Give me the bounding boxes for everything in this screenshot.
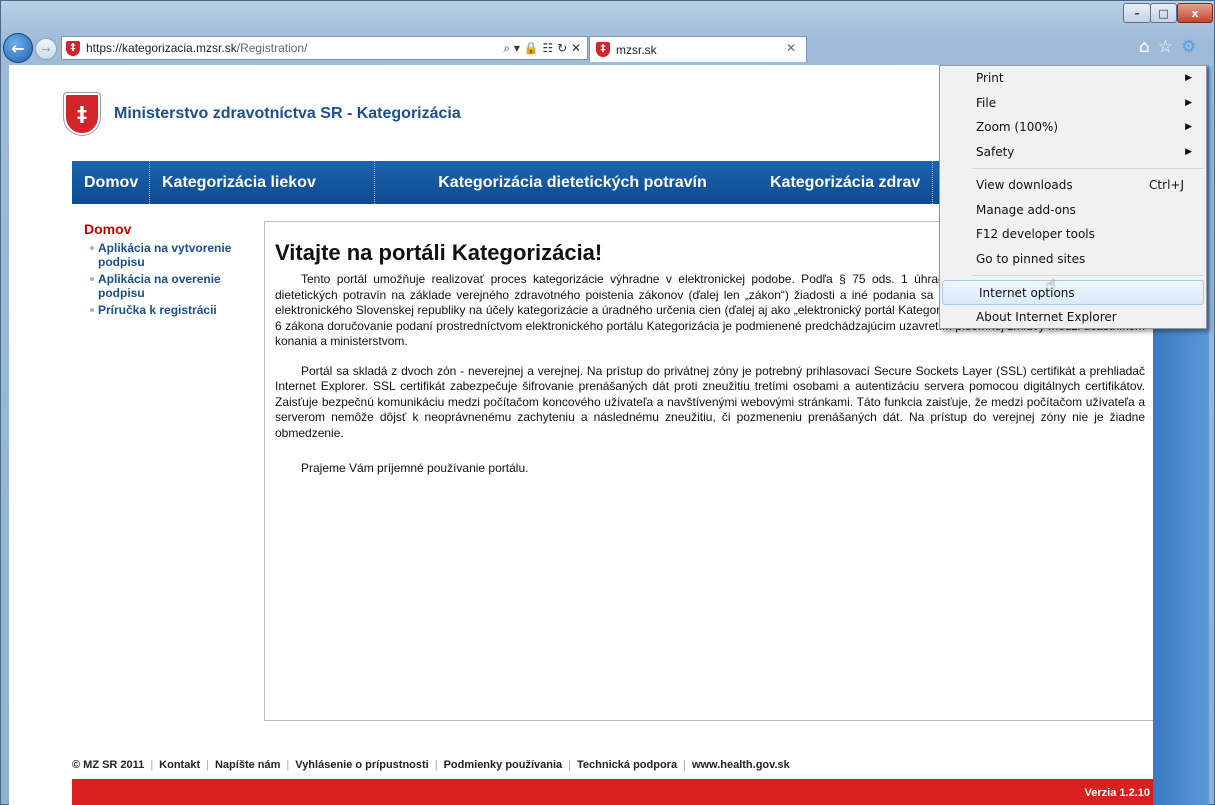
- menu-item-home[interactable]: Domov: [72, 161, 150, 204]
- maximize-button[interactable]: □: [1150, 3, 1177, 23]
- menu-item-safety[interactable]: Safety ▶: [940, 140, 1206, 165]
- submenu-arrow-icon: ▶: [1185, 97, 1192, 108]
- left-nav-item-verify-signature[interactable]: Aplikácia na overenie podpisu: [90, 272, 264, 300]
- address-url[interactable]: https://kategorizacia.mzsr.sk/Registrati…: [86, 41, 503, 55]
- footer: © MZ SR 2011 | Kontakt | Napíšte nám | Vyhl…: [72, 759, 790, 771]
- shortcut-label: Ctrl+J: [1149, 178, 1184, 192]
- footer-link-support[interactable]: Technická podpora: [577, 759, 677, 771]
- address-tools-icons[interactable]: ⌕ ▾ 🔒 ☷ ↻ ✕: [503, 41, 587, 56]
- minimize-button[interactable]: –: [1123, 3, 1151, 23]
- forward-button[interactable]: →: [35, 38, 57, 60]
- tools-menu: Print ▶ File ▶ Zoom (100%) ▶ Safety ▶ View d…: [939, 65, 1207, 329]
- site-header: ‡ Ministerstvo zdravotníctva SR - Katego…: [64, 93, 461, 135]
- menu-item-zoom-label: Zoom (100%): [976, 120, 1059, 134]
- menu-item-medical-devices[interactable]: Kategorizácia zdrav: [770, 161, 934, 204]
- left-nav-item-registration-guide[interactable]: Príručka k registrácii: [90, 303, 264, 317]
- submenu-arrow-icon: ▶: [1185, 73, 1192, 83]
- menu-item-f12-tools[interactable]: F12 developer tools: [940, 222, 1206, 247]
- tab-title: mzsr.sk: [616, 42, 657, 57]
- menu-item-file-label: File: [976, 95, 997, 110]
- back-button[interactable]: ←: [3, 33, 33, 63]
- footer-link-terms[interactable]: Podmienky používania: [444, 759, 563, 771]
- left-nav-item-create-signature[interactable]: Aplikácia na vytvorenie podpisu: [90, 241, 264, 269]
- menu-item-manage-addons[interactable]: Manage add-ons: [940, 198, 1206, 223]
- submenu-arrow-icon: ▶: [1185, 146, 1192, 157]
- footer-copyright: © MZ SR 2011: [72, 759, 145, 771]
- menu-item-view-downloads-label: View downloads: [976, 178, 1073, 192]
- menu-item-about-ie[interactable]: About Internet Explorer: [940, 305, 1206, 330]
- menu-item-print-label: Print: [976, 71, 1004, 85]
- left-nav: Domov Aplikácia na vytvorenie podpisu Ap…: [84, 221, 264, 320]
- favorites-icon[interactable]: ☆: [1158, 37, 1173, 57]
- version-bar: Verzia 1.2.10: [72, 779, 1156, 805]
- submenu-arrow-icon: ▶: [1185, 122, 1192, 132]
- navigation-bar: ← → ‡ https://kategorizacia.mzsr.sk/Regi…: [1, 31, 1214, 65]
- coat-of-arms-logo[interactable]: ‡: [64, 93, 100, 135]
- paragraph-zones: Portál sa skladá z dvoch zón - neverejne…: [275, 363, 1145, 440]
- menu-item-safety-label: Safety: [976, 144, 1015, 159]
- menu-item-view-downloads[interactable]: View downloads Ctrl+J: [940, 173, 1206, 198]
- menu-separator: [972, 275, 1204, 276]
- menu-item-food[interactable]: Kategorizácia dietetických potravín: [375, 161, 770, 204]
- title-bar: – □ x: [1, 1, 1214, 31]
- close-button[interactable]: x: [1177, 3, 1213, 23]
- version-label: Verzia 1.2.10: [1084, 786, 1150, 799]
- tab-mzsr[interactable]: ‡ mzsr.sk ✕: [589, 36, 807, 62]
- menu-item-zoom[interactable]: Zoom (100%) ▶: [940, 115, 1206, 140]
- site-title[interactable]: Ministerstvo zdravotníctva SR - Kategori…: [114, 105, 461, 123]
- url-path: /Registration/: [236, 41, 308, 55]
- address-bar[interactable]: ‡ https://kategorizacia.mzsr.sk/Registra…: [61, 36, 588, 60]
- home-icon[interactable]: ⌂: [1139, 37, 1150, 57]
- tools-gear-icon[interactable]: ⚙: [1181, 37, 1196, 57]
- menu-item-internet-options[interactable]: Internet options: [942, 280, 1204, 305]
- menu-item-drugs[interactable]: Kategorizácia liekov: [150, 161, 375, 204]
- footer-link-write-us[interactable]: Napíšte nám: [215, 759, 280, 771]
- mouse-pointer-icon: ☝: [1046, 275, 1056, 294]
- footer-link-accessibility[interactable]: Vyhlásenie o prípustnosti: [295, 759, 428, 771]
- menu-separator: [972, 168, 1204, 169]
- footer-link-health-gov[interactable]: www.health.gov.sk: [692, 759, 790, 771]
- tab-favicon-icon: ‡: [596, 42, 610, 57]
- tab-close-icon[interactable]: ✕: [786, 41, 796, 55]
- site-favicon-icon: ‡: [66, 40, 80, 56]
- menu-item-file[interactable]: File ▶: [940, 91, 1206, 116]
- left-nav-title[interactable]: Domov: [84, 221, 264, 237]
- browser-window: – □ x ← → ‡ https://kategorizacia.mzsr.s…: [0, 0, 1215, 805]
- paragraph-greeting: Prajeme Vám príjemné používanie portálu.: [301, 461, 529, 475]
- browser-toolbar-icons: ⌂ ☆ ⚙: [1139, 37, 1196, 57]
- menu-item-pinned-sites[interactable]: Go to pinned sites: [940, 247, 1206, 272]
- footer-link-contact[interactable]: Kontakt: [159, 759, 200, 771]
- url-host: https://kategorizacia.mzsr.sk: [86, 41, 237, 55]
- menu-item-print[interactable]: Print ▶: [940, 66, 1206, 91]
